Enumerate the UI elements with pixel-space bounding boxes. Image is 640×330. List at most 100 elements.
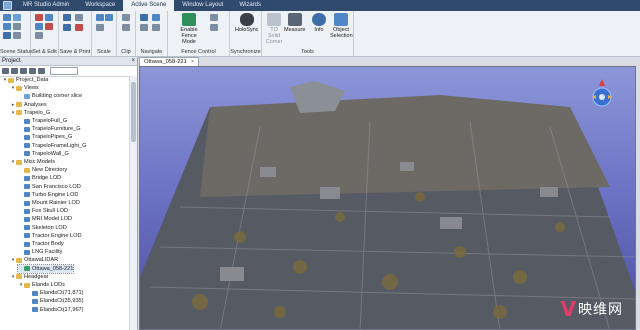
tab-window-layout[interactable]: Window Layout [174, 0, 231, 11]
scroll-thumb[interactable] [131, 82, 136, 142]
holosync-button[interactable]: HoloSync [235, 13, 259, 33]
tree-item[interactable]: New Directory [18, 166, 67, 174]
tree-item[interactable]: TrapeloFrameLight_G [18, 142, 87, 150]
scale-reset-icon[interactable] [96, 24, 104, 31]
sort-icon[interactable] [29, 68, 36, 74]
tree-item[interactable]: Tractor Engine LOD [18, 232, 82, 240]
object-selection-button[interactable]: Object Selection [330, 13, 353, 39]
move-icon[interactable] [35, 23, 43, 30]
distant-buildings [200, 95, 610, 197]
fence-remove-icon[interactable] [210, 24, 218, 31]
close-tab-icon[interactable]: × [191, 59, 194, 65]
copy-icon[interactable] [35, 32, 43, 39]
tree-item[interactable]: San Francisco LOD [18, 183, 81, 191]
measure-button[interactable]: Measure [284, 13, 305, 33]
tree-item[interactable]: TrapeloWall_G [18, 150, 69, 158]
tree-item[interactable]: Tractor Body [18, 240, 64, 248]
expand-icon[interactable] [11, 68, 18, 74]
tree-item[interactable]: TrapeloFull_G [18, 117, 67, 125]
save-icon[interactable] [63, 14, 71, 21]
3d-viewport[interactable]: V 映维网 [139, 66, 636, 330]
tab-wizards[interactable]: Wizards [231, 0, 269, 11]
scale-up-icon[interactable] [96, 14, 104, 21]
tree-item-label: Building corner slice [32, 93, 83, 100]
tree-item[interactable]: Turbo Engine LOD [18, 191, 78, 199]
group-label-scene-status: Scene Status [0, 49, 33, 55]
tree-item[interactable]: ▾ Headgear [10, 273, 49, 281]
print-icon[interactable] [75, 14, 83, 21]
tree-item[interactable]: Ottawa_058-221 [16, 263, 75, 274]
to-solid-corner-label: TO Solid Corner [265, 27, 283, 45]
tree-item[interactable]: ▸ Analyses [10, 101, 47, 109]
tab-workspace[interactable]: Workspace [77, 0, 123, 11]
viewport-tab[interactable]: Ottawa_058-221 × [139, 57, 200, 66]
model-icon [24, 241, 30, 247]
list-icon[interactable] [3, 32, 11, 39]
group-save-print: Save & Print [59, 11, 92, 56]
tree-item[interactable]: ▾ Misc Models [10, 158, 55, 166]
set-icon[interactable] [35, 14, 43, 21]
clip-icon[interactable] [122, 14, 130, 21]
tree-item[interactable]: ▾ OttawaLIDAR [10, 256, 58, 264]
layers-icon[interactable] [13, 14, 21, 21]
filter-icon[interactable] [2, 68, 9, 74]
tree-item-label: Ottawa_058-221 [32, 265, 74, 272]
clip-plane-icon[interactable] [122, 24, 130, 31]
tree-item[interactable]: LNG Facility [18, 248, 62, 256]
tree-item[interactable]: TrapeloPipes_G [18, 133, 72, 141]
tree-item[interactable]: ▾ Views [10, 84, 39, 92]
edit-icon[interactable] [45, 14, 53, 21]
tab-active-scene[interactable]: Active Scene [123, 0, 175, 11]
to-solid-corner-button[interactable]: TO Solid Corner [264, 13, 284, 45]
fly-icon[interactable] [152, 24, 160, 31]
group-label-fence-control: Fence Control [181, 49, 216, 55]
tree-item[interactable]: Fox Skull LOD [18, 207, 68, 215]
tree-item[interactable]: Bridge LOD [18, 174, 61, 182]
settings-icon[interactable] [13, 32, 21, 39]
grid-icon[interactable] [3, 23, 11, 30]
close-icon[interactable]: × [131, 58, 135, 64]
group-set-edit: Set & Edit [31, 11, 59, 56]
search-input[interactable] [50, 67, 78, 75]
tree-item[interactable]: ElandsCt(35,935) [26, 297, 84, 305]
measure-label: Measure [284, 27, 306, 33]
group-fence-control: Enable Fence Mode Fence Control [168, 11, 230, 56]
tree-item[interactable]: Mount Rainier LOD [18, 199, 80, 207]
orbit-icon[interactable] [152, 14, 160, 21]
info-button[interactable]: Info [312, 13, 326, 33]
save-as-icon[interactable] [63, 24, 71, 31]
pan-icon[interactable] [140, 14, 148, 21]
group-label-scale: Scale [97, 49, 111, 55]
tree-item-label: Elands LODs [32, 282, 65, 288]
tree-item[interactable]: Skeleton LOD [18, 224, 67, 232]
rotate-icon[interactable] [45, 23, 53, 30]
fence-add-icon[interactable] [210, 14, 218, 21]
folder-icon [24, 167, 30, 173]
measure-icon [287, 13, 302, 26]
group-label-tools: Tools [301, 49, 314, 55]
model-icon [24, 216, 30, 222]
group-scene-status: Scene Status [0, 11, 33, 56]
enable-fence-mode-button[interactable]: Enable Fence Mode [174, 13, 204, 45]
tree-item[interactable]: ElandsCt(17,967) [26, 306, 84, 314]
group-label-set-edit: Set & Edit [32, 49, 57, 55]
group-label-save-print: Save & Print [59, 49, 91, 55]
app-logo-icon[interactable] [3, 1, 12, 10]
tree-item[interactable]: ▾ Trapelo_G [10, 109, 51, 117]
tree-item[interactable]: ElandsCt(71,871) [26, 289, 84, 297]
zoom-icon[interactable] [140, 24, 148, 31]
camera-icon[interactable] [13, 23, 21, 30]
tree-item[interactable]: ▾ Elands LODs [18, 281, 65, 289]
scale-down-icon[interactable] [105, 14, 113, 21]
navigation-compass-icon[interactable] [589, 79, 615, 111]
collapse-icon[interactable] [20, 68, 27, 74]
tree-item[interactable]: ▾ Project_Data [2, 76, 49, 84]
tree-item[interactable]: MRI Model LOD [18, 215, 72, 223]
tree-scrollbar[interactable] [129, 76, 137, 330]
tree-item[interactable]: TrapeloFurniture_G [18, 125, 81, 133]
tree-item[interactable]: Building corner slice [18, 92, 82, 100]
search-icon[interactable] [38, 68, 45, 74]
scene-status-icon[interactable] [3, 14, 11, 21]
export-icon[interactable] [75, 24, 83, 31]
object-selection-label: Object Selection [330, 27, 353, 39]
